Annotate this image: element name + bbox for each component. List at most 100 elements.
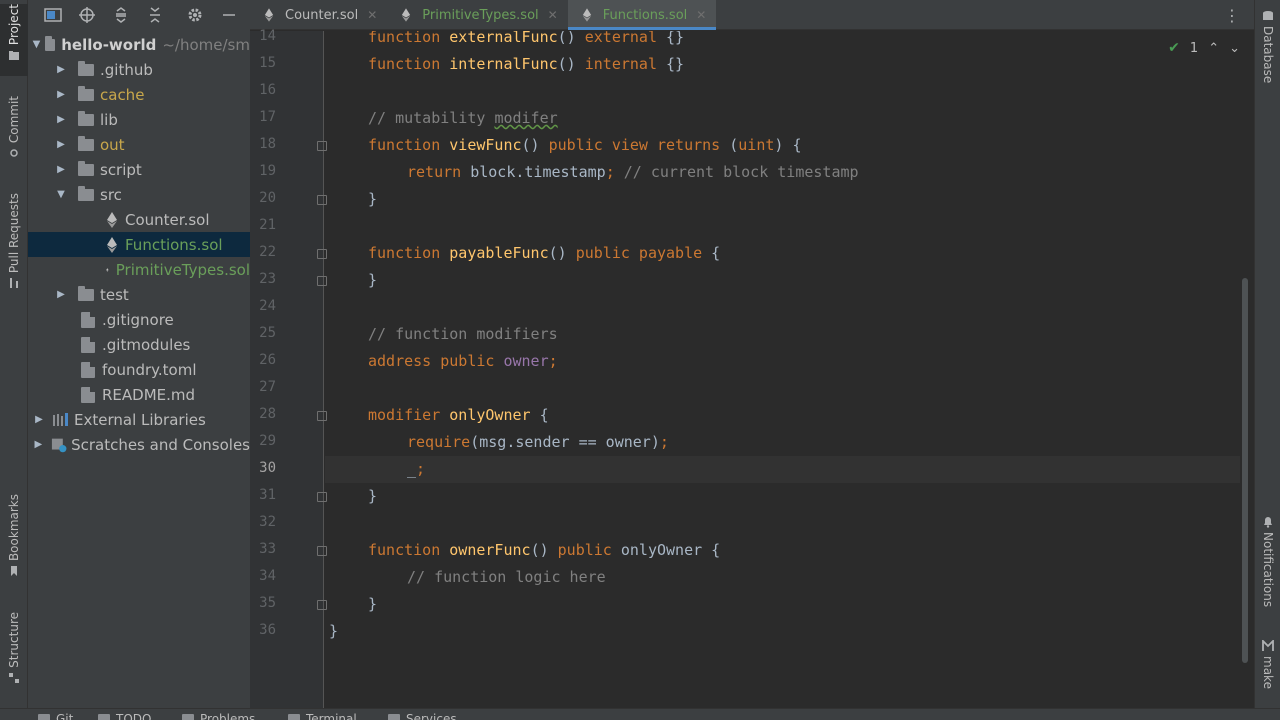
close-icon[interactable]: ✕ <box>696 8 706 22</box>
tree-root[interactable]: ▼ hello-world ~/home/sm <box>28 32 250 57</box>
line-number: 33 <box>259 541 276 557</box>
folder-icon <box>78 60 94 76</box>
left-tool-strip: Project Commit Pull Requests Bookmarks S… <box>0 0 28 708</box>
expand-all-icon[interactable] <box>108 4 134 26</box>
tab-label: PrimitiveTypes.sol <box>422 7 539 23</box>
git-tool-button[interactable]: Git <box>38 712 73 720</box>
semicolon: ; <box>659 433 669 451</box>
line-number: 35 <box>259 595 276 611</box>
pull-requests-tool-button[interactable]: Pull Requests <box>0 193 28 303</box>
tab-label: Functions.sol <box>602 7 688 23</box>
gear-icon[interactable] <box>182 4 208 26</box>
project-tool-button[interactable]: Project <box>0 4 28 76</box>
database-tool-button[interactable]: Database <box>1255 10 1280 92</box>
tree-item-gitmodules[interactable]: .gitmodules <box>28 332 250 357</box>
problems-tool-button[interactable]: Problems <box>182 712 255 720</box>
code-line-18: function viewFunc() public view returns … <box>368 132 802 159</box>
chevron-up-icon[interactable]: ⌃ <box>1208 41 1219 56</box>
ethereum-file-icon <box>107 211 117 228</box>
keyword: address public <box>368 352 495 370</box>
tree-item-out[interactable]: ▶ out <box>28 132 250 157</box>
close-icon[interactable]: ✕ <box>367 8 377 22</box>
collapse-all-icon[interactable] <box>142 4 168 26</box>
line-number: 32 <box>259 514 276 530</box>
tree-item-label: test <box>100 285 129 304</box>
comment: // mutability <box>368 109 495 127</box>
code-line-29: require(msg.sender == owner); <box>407 429 669 456</box>
chevron-right-icon[interactable]: ▶ <box>54 64 68 75</box>
vertical-scrollbar[interactable] <box>1242 278 1248 663</box>
code-line-36: } <box>329 618 338 645</box>
tree-item-scratches[interactable]: ▶ Scratches and Consoles <box>28 432 251 457</box>
terminal-tool-button[interactable]: Terminal <box>288 712 357 720</box>
tree-item-foundry-toml[interactable]: foundry.toml <box>28 357 250 382</box>
locate-icon[interactable] <box>74 4 100 26</box>
ethereum-file-icon <box>106 267 109 272</box>
code-line-14: function externalFunc() external {} <box>368 31 684 51</box>
keyword: modifier <box>368 406 441 424</box>
chevron-right-icon[interactable]: ▶ <box>32 439 45 450</box>
minimize-icon[interactable] <box>216 4 242 26</box>
tree-item-script[interactable]: ▶ script <box>28 157 250 182</box>
tree-item-label: External Libraries <box>74 410 206 429</box>
tree-item-cache[interactable]: ▶ cache <box>28 82 250 107</box>
keyword: return <box>407 163 462 181</box>
chevron-right-icon[interactable]: ▶ <box>32 414 46 425</box>
pull-requests-tool-label: Pull Requests <box>7 193 21 274</box>
tree-item-external-libraries[interactable]: ▶ External Libraries <box>28 407 250 432</box>
code-text: () <box>557 31 585 46</box>
chevron-right-icon[interactable]: ▶ <box>54 289 68 300</box>
tab-primitivetypes-sol[interactable]: PrimitiveTypes.sol ✕ <box>387 0 567 30</box>
tree-item-label: Functions.sol <box>125 235 223 254</box>
tree-item-lib[interactable]: ▶ lib <box>28 107 250 132</box>
tree-item-src[interactable]: ▼ src <box>28 182 250 207</box>
tab-functions-sol[interactable]: Functions.sol ✕ <box>567 0 717 30</box>
tree-item-label: .gitignore <box>102 310 174 329</box>
chevron-down-icon[interactable]: ▼ <box>32 39 41 50</box>
tree-item-gitignore[interactable]: .gitignore <box>28 307 250 332</box>
terminal-icon <box>288 714 300 720</box>
code-line-30: _; <box>407 456 425 483</box>
inspection-widget[interactable]: ✔ 1 ⌃ ⌄ <box>1168 40 1240 56</box>
notifications-tool-button[interactable]: Notifications <box>1255 516 1280 620</box>
chevron-right-icon[interactable]: ▶ <box>54 114 68 125</box>
chevron-right-icon[interactable]: ▶ <box>54 139 68 150</box>
tree-item-test[interactable]: ▶ test <box>28 282 250 307</box>
commit-tool-button[interactable]: Commit <box>0 96 28 168</box>
pull-request-icon <box>10 278 18 289</box>
code-text: { <box>702 541 721 559</box>
make-icon <box>1262 640 1274 651</box>
line-number: 17 <box>259 109 276 125</box>
keyword: function <box>368 244 441 262</box>
tree-item-github[interactable]: ▶ .github <box>28 57 250 82</box>
tree-item-functions-sol[interactable]: Functions.sol <box>28 232 250 257</box>
chevron-down-icon[interactable]: ⌄ <box>1229 41 1240 56</box>
project-view-icon[interactable] <box>40 4 66 26</box>
todo-tool-button[interactable]: TODO <box>98 712 151 720</box>
code-line-26: address public owner; <box>368 348 558 375</box>
structure-icon <box>9 672 19 683</box>
comment: // function logic here <box>407 568 606 586</box>
tab-counter-sol[interactable]: Counter.sol ✕ <box>250 0 387 30</box>
more-vertical-icon[interactable]: ⋮ <box>1224 6 1240 25</box>
chevron-right-icon[interactable]: ▶ <box>54 164 68 175</box>
code-text: } <box>329 622 339 640</box>
code-area[interactable]: function externalFunc() external {} func… <box>325 31 1240 708</box>
line-number: 28 <box>259 406 276 422</box>
code-line-31: } <box>368 483 377 510</box>
tree-item-readme-md[interactable]: README.md <box>28 382 250 407</box>
tree-item-primitivetypes-sol[interactable]: PrimitiveTypes.sol <box>28 257 250 282</box>
bookmarks-tool-button[interactable]: Bookmarks <box>0 494 28 590</box>
structure-tool-button[interactable]: Structure <box>0 612 28 700</box>
chevron-down-icon[interactable]: ▼ <box>54 189 68 200</box>
folder-icon <box>78 135 94 151</box>
close-icon[interactable]: ✕ <box>548 8 558 22</box>
folder-icon <box>44 35 56 51</box>
make-tool-button[interactable]: make <box>1255 640 1280 700</box>
function-name: externalFunc <box>449 31 558 46</box>
folder-icon <box>78 185 94 201</box>
chevron-right-icon[interactable]: ▶ <box>54 89 68 100</box>
line-number: 25 <box>259 325 276 341</box>
tree-item-counter-sol[interactable]: Counter.sol <box>28 207 250 232</box>
services-tool-button[interactable]: Services <box>388 712 457 720</box>
